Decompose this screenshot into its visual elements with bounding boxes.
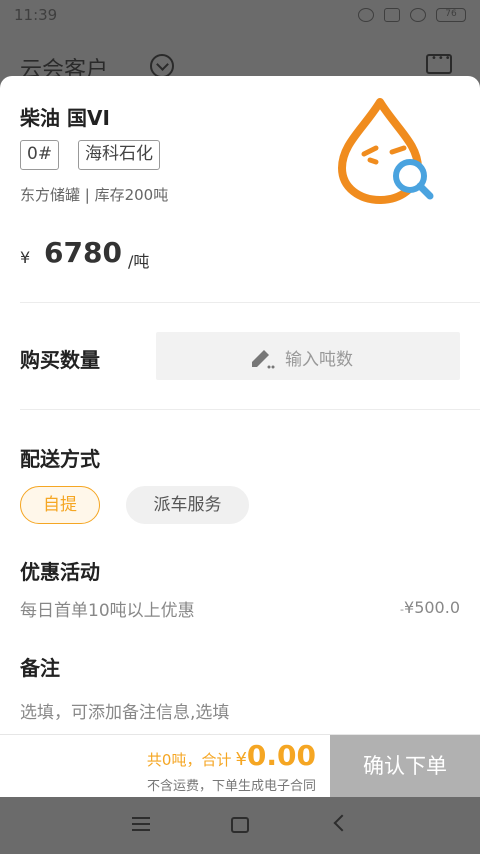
back-icon[interactable] bbox=[333, 814, 351, 832]
promotion-text: 每日首单10吨以上优惠 bbox=[20, 601, 195, 621]
quantity-label: 购买数量 bbox=[20, 348, 100, 372]
message-icon[interactable] bbox=[426, 53, 452, 74]
menu-icon[interactable] bbox=[132, 817, 150, 831]
price-currency: ¥ bbox=[20, 248, 31, 267]
status-time: 11:39 bbox=[14, 6, 58, 24]
chevron-down-icon[interactable] bbox=[150, 54, 174, 78]
status-bar: 11:39 76 bbox=[0, 0, 480, 32]
delivery-option-self-pickup[interactable]: 自提 bbox=[20, 486, 100, 524]
promotion-amount: -¥500.0 bbox=[400, 598, 460, 617]
remark-label: 备注 bbox=[20, 656, 60, 680]
divider bbox=[20, 409, 480, 410]
product-tag-grade: 0# bbox=[20, 140, 60, 170]
price-value: 6780 bbox=[44, 236, 122, 269]
wifi-icon bbox=[410, 8, 426, 22]
product-name: 柴油 国VI bbox=[20, 106, 110, 130]
price-unit: /吨 bbox=[128, 252, 150, 271]
app-header: 云会客户 bbox=[0, 32, 480, 83]
total-currency: ¥ bbox=[235, 749, 247, 770]
total-amount: 0.00 bbox=[246, 739, 316, 772]
total-summary: 共0吨，合计 bbox=[146, 751, 232, 769]
divider bbox=[20, 302, 480, 303]
battery-icon: 76 bbox=[436, 8, 466, 22]
total-line: 共0吨，合计 ¥0.00 bbox=[147, 739, 316, 772]
order-sheet: 柴油 国VI 0# 海科石化 东方储罐 | 库存200吨 ¥ 6780 /吨 购… bbox=[0, 76, 480, 734]
oil-drop-mascot-icon bbox=[338, 98, 434, 204]
alarm-icon bbox=[358, 8, 374, 22]
product-tag-supplier: 海科石化 bbox=[78, 140, 160, 170]
status-icons: 76 bbox=[358, 8, 466, 22]
quantity-placeholder: 输入吨数 bbox=[285, 350, 353, 370]
remark-input[interactable]: 选填，可添加备注信息,选填 bbox=[20, 698, 229, 723]
delivery-option-vehicle-service[interactable]: 派车服务 bbox=[126, 486, 249, 524]
delivery-label: 配送方式 bbox=[20, 447, 100, 471]
quantity-input[interactable]: 输入吨数 bbox=[156, 332, 460, 380]
home-icon[interactable] bbox=[231, 817, 249, 833]
confirm-order-button[interactable]: 确认下单 bbox=[330, 735, 480, 798]
pencil-icon bbox=[252, 350, 275, 369]
order-footer: 共0吨，合计 ¥0.00 不含运费，下单生成电子合同 确认下单 bbox=[0, 734, 480, 798]
sim-icon bbox=[384, 8, 400, 22]
product-storage: 东方储罐 | 库存200吨 bbox=[20, 186, 169, 204]
footer-note: 不含运费，下单生成电子合同 bbox=[146, 779, 316, 794]
promotion-value: ¥500.0 bbox=[404, 598, 460, 617]
promotion-label: 优惠活动 bbox=[20, 560, 100, 584]
system-nav-bar bbox=[0, 797, 480, 854]
